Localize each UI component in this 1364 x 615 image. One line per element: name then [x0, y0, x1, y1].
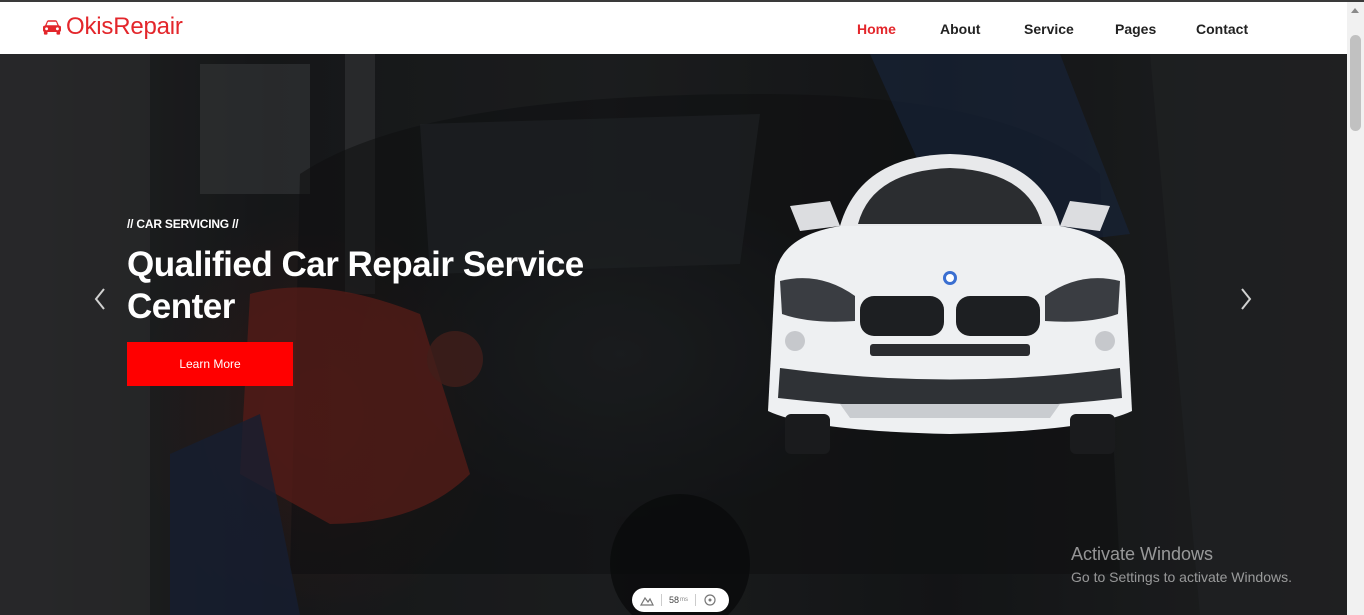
nav-contact[interactable]: Contact: [1196, 21, 1248, 37]
mountain-icon: [640, 596, 654, 606]
scrollbar-thumb[interactable]: [1350, 35, 1361, 131]
scroll-up-arrow-icon[interactable]: [1351, 8, 1359, 13]
perf-unit: ms: [680, 597, 689, 603]
navbar: OkisRepair Home About Service Pages Cont…: [0, 2, 1347, 54]
carousel-next-button[interactable]: [1236, 286, 1256, 312]
target-icon[interactable]: [703, 593, 717, 607]
watermark-subtitle: Go to Settings to activate Windows.: [1071, 569, 1292, 585]
learn-more-button[interactable]: Learn More: [127, 342, 293, 386]
carousel-prev-button[interactable]: [90, 286, 110, 312]
activate-windows-watermark: Activate Windows Go to Settings to activ…: [1071, 544, 1292, 585]
page-scrollbar[interactable]: [1347, 2, 1364, 615]
perf-widget[interactable]: 58 ms: [632, 588, 729, 612]
nav-service[interactable]: Service: [1024, 21, 1074, 37]
perf-divider: [661, 594, 662, 606]
nav-home[interactable]: Home: [857, 21, 896, 37]
hero-headline: Qualified Car Repair Service Center: [127, 245, 584, 326]
perf-divider-2: [695, 594, 697, 606]
watermark-title: Activate Windows: [1071, 544, 1214, 564]
hero-carousel: // CAR SERVICING // Qualified Car Repair…: [0, 54, 1347, 615]
nav-about[interactable]: About: [940, 21, 980, 37]
perf-value: 58: [669, 595, 680, 605]
main-nav: Home About Service Pages Contact: [0, 21, 1347, 41]
nav-pages[interactable]: Pages: [1115, 21, 1156, 37]
chevron-right-icon: [1241, 288, 1252, 310]
car-image: [768, 154, 1132, 454]
hero-eyebrow: // CAR SERVICING //: [127, 217, 239, 231]
chevron-left-icon: [94, 288, 105, 310]
hero-overlay: [0, 54, 1347, 615]
